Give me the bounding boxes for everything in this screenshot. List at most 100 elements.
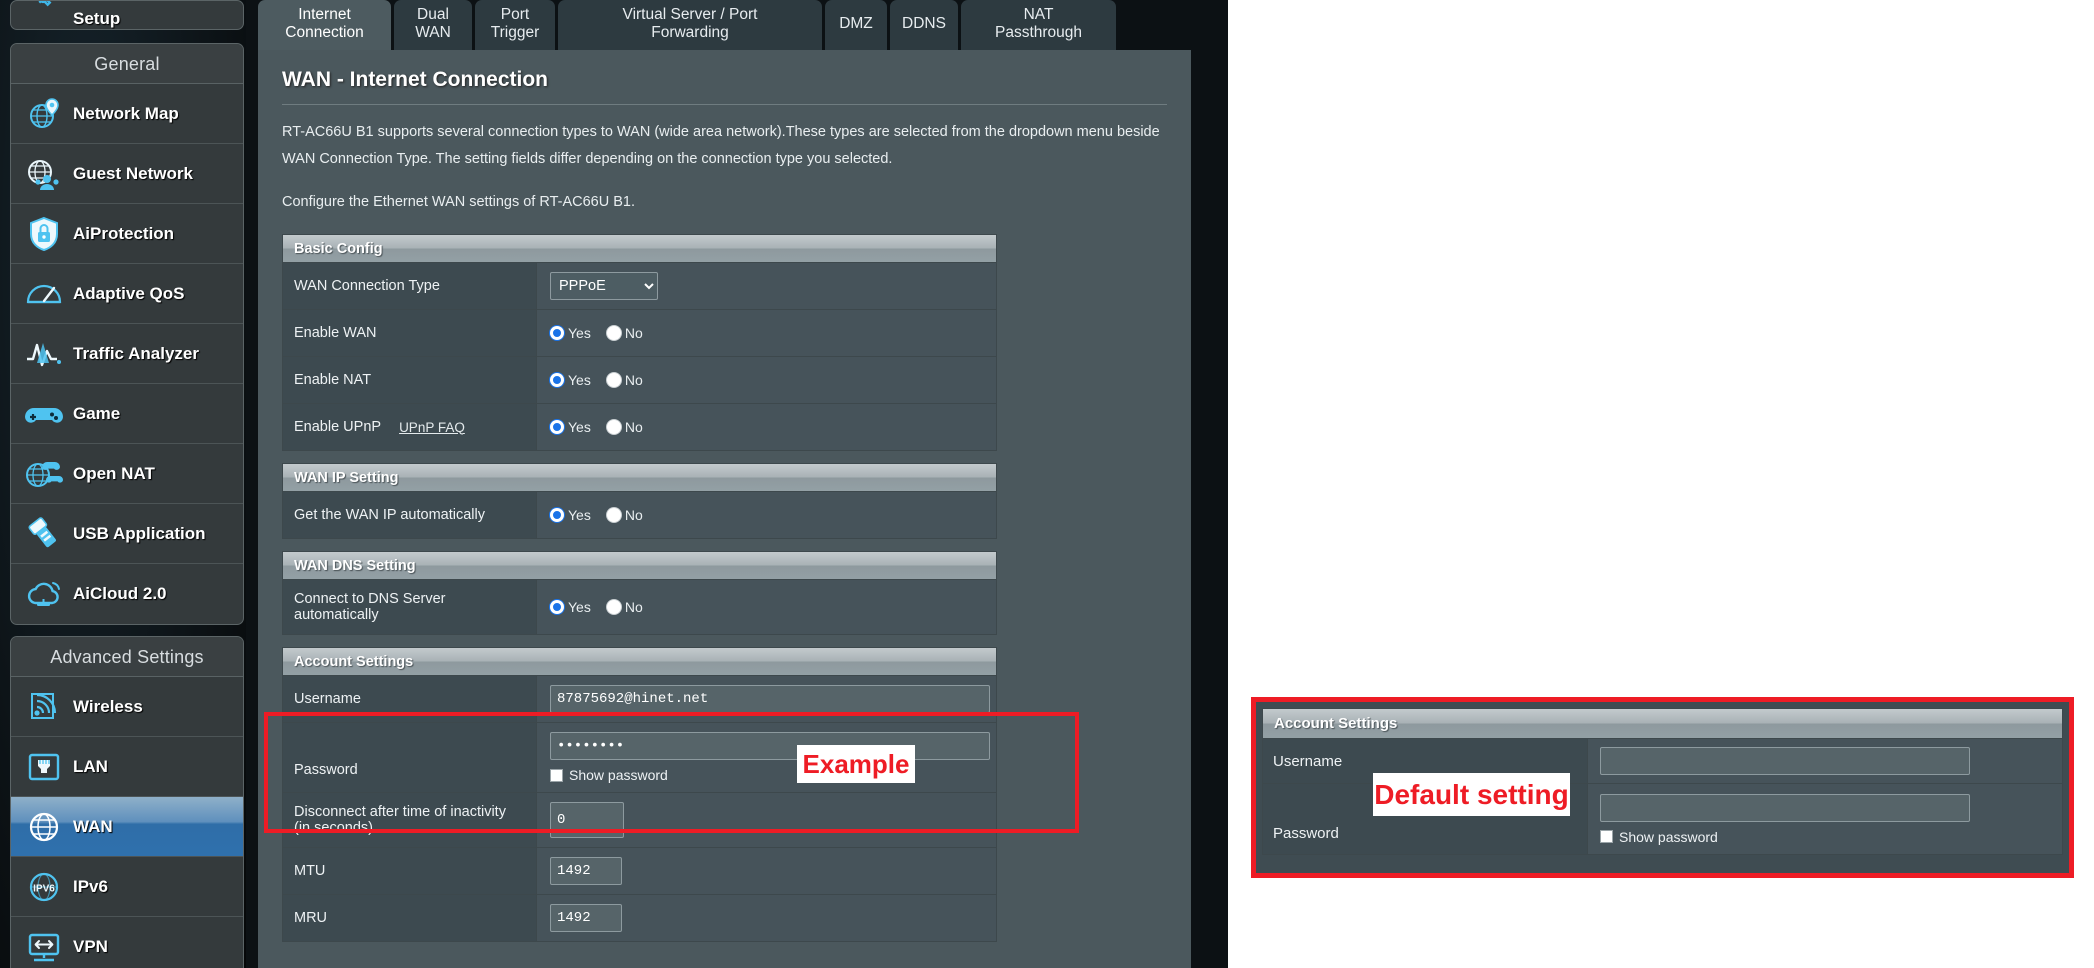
sidebar-item-game[interactable]: Game [11,384,243,444]
row-connect-dns-automatically: Connect to DNS Server automatically Yes [283,580,996,634]
network-map-icon [23,93,69,135]
svg-text:IPV6: IPV6 [33,883,55,894]
radio-dot-selected [550,373,564,387]
sidebar-item-setup-label: Setup [73,9,121,28]
sidebar-item-aicloud[interactable]: AiCloud 2.0 [11,564,243,624]
get-wan-ip-radio-group: Yes No [550,507,986,523]
row-enable-upnp-label-cell: Enable UPnP UPnP FAQ [283,404,537,450]
show-password-row[interactable]: Show password [550,767,990,783]
default-password-input[interactable] [1600,793,1970,822]
tab-port-trigger[interactable]: Port Trigger [475,0,555,50]
sidebar-item-adaptive-qos[interactable]: Adaptive QoS [11,264,243,324]
sidebar-item-vpn-label: VPN [73,937,108,956]
tab-nat-passthrough[interactable]: NAT Passthrough [961,0,1116,50]
enable-nat-no-radio[interactable]: No [606,372,643,388]
connect-dns-yes-radio[interactable]: Yes [550,599,591,615]
get-wan-ip-no-label: No [624,507,643,523]
row-mru: MRU [283,895,996,941]
sidebar-item-aiprotection[interactable]: AiProtection [11,204,243,264]
row-password-label: Password [283,723,537,792]
tab-virtual-server-port-forwarding[interactable]: Virtual Server / Port Forwarding [558,0,822,50]
show-password-checkbox[interactable] [550,768,563,782]
tab-dmz[interactable]: DMZ [825,0,887,50]
basic-config-header: Basic Config [283,235,996,263]
radio-dot-unselected [606,373,621,387]
enable-upnp-no-label: No [624,419,643,435]
password-input[interactable] [550,732,990,760]
enable-wan-yes-radio[interactable]: Yes [550,325,591,341]
default-account-settings-header: Account Settings [1263,709,2062,739]
tab-internet-connection[interactable]: Internet Connection [258,0,391,50]
enable-upnp-radio-group: Yes No [550,419,986,435]
screenshot-root: Setup General Network Map Guest Network … [0,0,2094,968]
enable-nat-yes-radio[interactable]: Yes [550,372,591,388]
ipv6-icon: IPV6 [23,866,69,908]
row-username-label: Username [283,676,537,722]
enable-upnp-yes-radio[interactable]: Yes [550,419,591,435]
enable-wan-no-radio[interactable]: No [606,325,643,341]
radio-dot-selected [550,326,564,340]
disconnect-inactivity-input[interactable] [550,802,624,838]
default-show-password-row[interactable]: Show password [1600,829,2050,845]
setup-icon [23,7,69,29]
radio-dot-unselected [606,420,621,434]
page-description-1: RT-AC66U B1 supports several connection … [282,124,1160,167]
tab-dual-wan[interactable]: Dual WAN [394,0,472,50]
tab-bar: Internet Connection Dual WAN Port Trigge… [258,0,1119,50]
row-enable-nat-label: Enable NAT [283,357,537,403]
sidebar-item-game-label: Game [73,403,121,423]
adaptive-qos-icon [23,273,69,315]
mtu-input[interactable] [550,857,622,885]
aicloud-icon [23,573,69,615]
sidebar-item-usb-application[interactable]: USB Application [11,504,243,564]
open-nat-icon [23,453,69,495]
enable-nat-no-label: No [624,372,643,388]
tab-ddns[interactable]: DDNS [890,0,958,50]
main-column: Internet Connection Dual WAN Port Trigge… [258,0,1228,968]
basic-config-table: Basic Config WAN Connection Type PPPoE E… [282,234,997,451]
sidebar-item-wireless[interactable]: Wireless [11,677,243,737]
sidebar-item-aicloud-label: AiCloud 2.0 [73,584,167,603]
wan-connection-type-select[interactable]: PPPoE [550,272,658,300]
sidebar-item-traffic-analyzer[interactable]: Traffic Analyzer [11,324,243,384]
default-show-password-checkbox[interactable] [1600,830,1613,843]
enable-upnp-no-radio[interactable]: No [606,419,643,435]
enable-wan-no-label: No [624,325,643,341]
sidebar-item-guest-network-label: Guest Network [73,163,193,183]
sidebar-item-wireless-label: Wireless [73,696,143,716]
wan-dns-setting-header: WAN DNS Setting [283,552,996,580]
get-wan-ip-yes-radio[interactable]: Yes [550,507,591,523]
row-mru-label: MRU [283,895,537,941]
game-icon [23,393,69,435]
sidebar-item-network-map[interactable]: Network Map [11,84,243,144]
sidebar-item-open-nat[interactable]: Open NAT [11,444,243,504]
mru-input[interactable] [550,904,622,932]
enable-nat-yes-label: Yes [568,372,591,388]
enable-wan-radio-group: Yes No [550,325,986,341]
sidebar-item-ipv6[interactable]: IPV6 IPv6 [11,857,243,917]
sidebar-item-guest-network[interactable]: Guest Network [11,144,243,204]
account-settings-header: Account Settings [283,648,996,676]
connect-dns-no-radio[interactable]: No [606,599,643,615]
page-description-2: Configure the Ethernet WAN settings of R… [282,194,635,210]
sidebar-item-vpn[interactable]: VPN [11,917,243,968]
default-username-input[interactable] [1600,747,1970,775]
upnp-faq-link[interactable]: UPnP FAQ [399,420,465,435]
sidebar-item-setup[interactable]: Setup [11,1,243,29]
username-input[interactable] [550,685,990,713]
radio-dot-selected [550,600,564,614]
get-wan-ip-no-radio[interactable]: No [606,507,643,523]
sidebar-item-traffic-analyzer-label: Traffic Analyzer [73,343,199,363]
wan-ip-setting-table: WAN IP Setting Get the WAN IP automatica… [282,463,997,539]
wan-ip-setting-header: WAN IP Setting [283,464,996,492]
wan-icon [23,806,69,848]
sidebar-item-lan[interactable]: LAN [11,737,243,797]
row-mtu-label: MTU [283,848,537,894]
row-wan-connection-type-label: WAN Connection Type [283,263,537,309]
traffic-analyzer-icon [23,333,69,375]
account-settings-table: Account Settings Username Password [282,647,997,942]
sidebar-item-wan[interactable]: WAN [11,797,243,857]
enable-nat-radio-group: Yes No [550,372,986,388]
enable-wan-yes-label: Yes [568,325,591,341]
row-enable-upnp-label: Enable UPnP [294,419,382,435]
